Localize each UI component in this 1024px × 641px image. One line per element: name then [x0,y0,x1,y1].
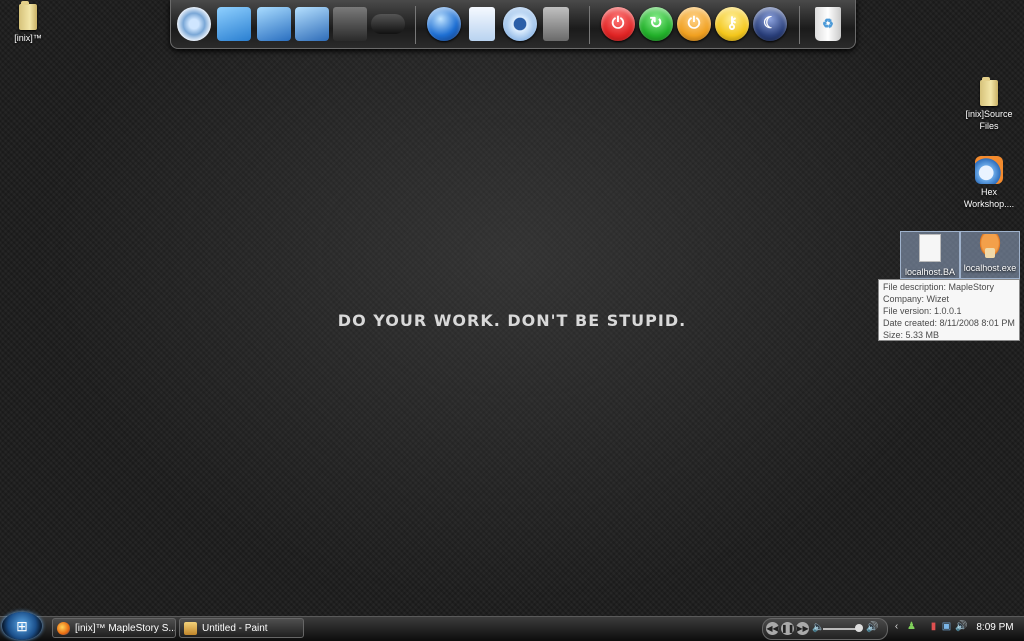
power-off-icon[interactable]: ⏻ [601,7,635,41]
key-icon[interactable]: ⚷ [715,7,749,41]
tooltip-line: File description: MapleStory [883,282,995,292]
tooltip-line: File version: 1.0.0.1 [883,306,962,316]
dock-separator [799,6,800,44]
hex-workshop-icon [975,156,1003,184]
tooltip-line: Date created: 8/11/2008 8:01 PM [883,318,1015,328]
folder-icon[interactable] [217,7,251,41]
moon-sleep-icon[interactable]: ☾ [753,7,787,41]
next-track-icon[interactable]: ▶▶ [796,622,809,635]
firefox-icon [57,622,70,635]
power-glyph: ⏻ [611,15,625,32]
dock-separator [589,6,590,44]
folder-icon [980,77,998,106]
safely-remove-icon[interactable]: ▮ [928,621,939,633]
key-glyph: ⚷ [726,15,738,32]
desktop-icon-inix[interactable]: [inix]™ [0,1,60,44]
dock-bar: ⏻ ↻ ⏻ ⚷ ☾ ♻ [170,0,856,49]
desktop-icon-label: [inix]™ [14,33,42,43]
desktop-icon-source-files[interactable]: [inix]Source Files [957,77,1021,132]
pause-icon[interactable]: ❚❚ [781,622,794,635]
taskbar-button-label: [inix]™ MapleStory S... [75,623,176,634]
windows-logo-icon: ⊞ [16,618,28,634]
standby-icon[interactable]: ⏻ [677,7,711,41]
desktop-icon-label: localhost.exe [963,263,1017,273]
desktop-icon-label: localhost.BA [904,267,956,277]
network-user-icon[interactable]: ♟ [906,621,917,633]
folder-pictures-icon[interactable] [295,7,329,41]
document-icon [919,234,941,262]
itunes-icon[interactable] [503,7,537,41]
show-hidden-icons-chevron[interactable]: ‹ [891,621,902,633]
desktop-icon-label: Hex Workshop.... [963,187,1015,209]
taskbar-button-label: Untitled - Paint [202,623,268,634]
start-button[interactable]: ⊞ [2,612,42,640]
taskbar-button-maplestory[interactable]: [inix]™ MapleStory S... [52,618,176,638]
browser-icon[interactable] [427,7,461,41]
gamepad-icon[interactable] [371,14,405,34]
volume-slider-thumb[interactable] [855,624,863,632]
wallpaper-motto: DO YOUR WORK. DON'T BE STUPID. [337,311,687,330]
speaker-icon[interactable]: 🔊 [955,621,967,633]
folder-icon [19,1,37,30]
mushroom-icon [977,234,1003,260]
disc-drive-icon[interactable] [177,7,211,41]
desktop-icon-hex-workshop[interactable]: Hex Workshop.... [957,156,1021,210]
dock-separator [415,6,416,44]
folder-documents-icon[interactable] [257,7,291,41]
restart-glyph: ↻ [649,15,663,32]
moon-glyph: ☾ [762,15,778,32]
previous-track-icon[interactable]: ◀◀ [766,622,779,635]
notepad-icon[interactable] [469,7,495,41]
file-info-tooltip: File description: MapleStory Company: Wi… [878,279,1020,341]
recycle-glyph: ♻ [822,16,834,31]
desktop-icon-localhost-exe[interactable]: localhost.exe [960,231,1020,279]
mute-icon[interactable]: 🔊 [866,622,878,633]
restart-icon[interactable]: ↻ [639,7,673,41]
taskbar-clock[interactable]: 8:09 PM [970,616,1020,640]
paint-brushes-icon[interactable] [543,7,569,41]
display-icon[interactable]: ▣ [941,621,952,633]
paint-icon [184,622,197,635]
desktop-icon-label: [inix]Source Files [965,109,1013,131]
tooltip-line: Size: 5.33 MB [883,330,940,340]
desktop-icon-localhost-ba[interactable]: localhost.BA [900,231,960,279]
film-icon[interactable] [333,7,367,41]
tooltip-line: Company: Wizet [883,294,950,304]
media-player-toolbar: ◀◀ ❚❚ ▶▶ 🔈 🔊 [762,618,888,640]
taskbar-button-paint[interactable]: Untitled - Paint [179,618,304,638]
recycle-bin-icon[interactable]: ♻ [815,7,841,41]
standby-glyph: ⏻ [687,15,701,32]
